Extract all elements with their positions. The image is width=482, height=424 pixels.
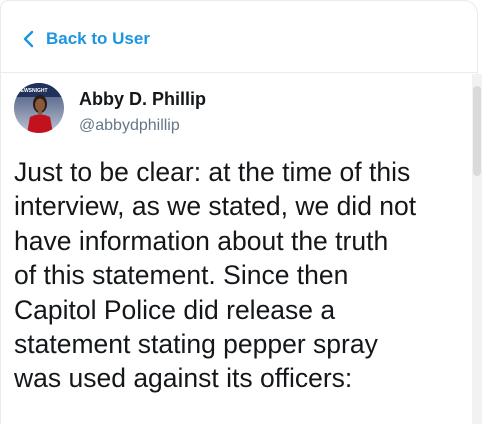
header-divider bbox=[0, 72, 478, 73]
scrollbar-thumb[interactable] bbox=[473, 86, 481, 176]
tweet-text: Just to be clear: at the time of this in… bbox=[14, 157, 417, 394]
avatar-photo: NEWSNIGHT bbox=[14, 83, 64, 133]
author-handle[interactable]: @abbydphillip bbox=[79, 117, 180, 135]
author-avatar[interactable]: NEWSNIGHT bbox=[14, 83, 64, 133]
tweet-viewer-window: Back to User NEWSNIGHT Abby D. Phillip @… bbox=[0, 0, 482, 424]
scrollbar-track[interactable] bbox=[472, 74, 482, 424]
avatar-overlay-text: NEWSNIGHT bbox=[17, 88, 48, 94]
back-to-user-button[interactable]: Back to User bbox=[20, 27, 150, 51]
author-name[interactable]: Abby D. Phillip bbox=[79, 89, 206, 110]
back-to-user-label: Back to User bbox=[46, 29, 150, 48]
chevron-left-icon bbox=[23, 30, 34, 48]
